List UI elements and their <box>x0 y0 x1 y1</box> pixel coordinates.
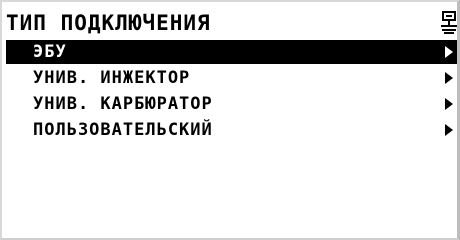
menu-item-label: УНИВ. КАРБЮРАТОР <box>33 94 213 114</box>
menu-item-label: ПОЛЬЗОВАТЕЛЬСКИЙ <box>33 120 213 140</box>
menu-item-ecu[interactable]: ЭБУ <box>6 40 457 64</box>
menu-item-label: УНИВ. ИНЖЕКТОР <box>33 68 191 88</box>
device-screen: ТИП ПОДКЛЮЧЕНИЯ ЭБУ УНИВ. ИНЖЕКТОР УНИВ.… <box>0 0 460 240</box>
page-title: ТИП ПОДКЛЮЧЕНИЯ <box>6 11 211 35</box>
arrow-right-icon <box>445 124 453 136</box>
arrow-right-icon <box>445 98 453 110</box>
arrow-right-icon <box>445 72 453 84</box>
screen-header: ТИП ПОДКЛЮЧЕНИЯ <box>6 10 458 36</box>
menu-item-label: ЭБУ <box>33 42 67 62</box>
menu-item-custom[interactable]: ПОЛЬЗОВАТЕЛЬСКИЙ <box>6 118 457 142</box>
menu-item-universal-carburetor[interactable]: УНИВ. КАРБЮРАТОР <box>6 92 457 116</box>
connection-icon <box>441 11 457 35</box>
connection-type-menu: ЭБУ УНИВ. ИНЖЕКТОР УНИВ. КАРБЮРАТОР ПОЛЬ… <box>6 40 457 144</box>
arrow-right-icon <box>445 46 453 58</box>
menu-item-universal-injector[interactable]: УНИВ. ИНЖЕКТОР <box>6 66 457 90</box>
